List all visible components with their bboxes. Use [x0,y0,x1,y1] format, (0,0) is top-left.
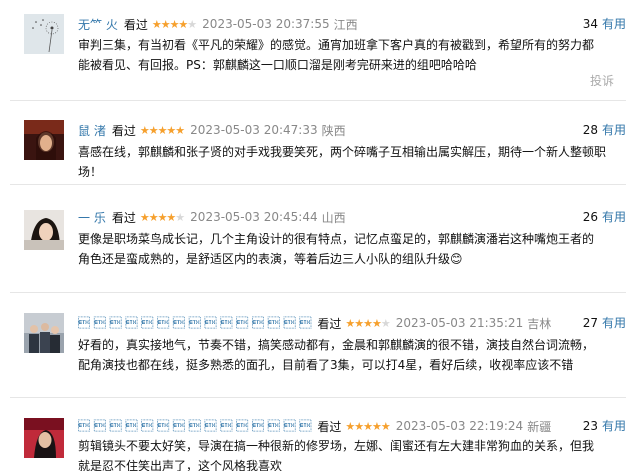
rating-stars: ★★★★★ [151,17,197,31]
comment-time: 2023-05-03 21:35:21 [395,316,524,330]
comment-time: 2023-05-03 22:19:24 [395,419,524,433]
comment-time: 2023-05-03 20:37:55 [202,17,330,31]
comment-text: 审判三集，有当初看《平凡的荣耀》的感觉。通宵加班拿下客户真的有被戳到，希望所有的… [78,38,595,72]
watched-status: 看过 [111,123,136,138]
girl-portrait-avatar[interactable] [24,210,64,250]
useful-button[interactable]: 有用 [602,207,626,227]
rating-stars: ★★★★★ [139,123,185,137]
username-link[interactable]:                [78,316,311,330]
vote-count: 34 [582,17,598,31]
comment-text: 好看的，真实接地气，节奏不错，搞笑感动都有，金晨和郭麒麟演的很不错，演技自然台词… [78,338,595,372]
comment-time: 2023-05-03 20:47:33 [190,123,318,137]
comment-meta:                看过 ★★★★★ 2… [78,313,551,333]
comment-text: 喜感在线，郭麒麟和张子贤的对手戏我要笑死，两个碎嘴子互相输出属实解压，期待一个新… [78,145,607,179]
comment-meta:                看过 ★★★★★ 2… [78,416,551,436]
comment-divider [10,184,626,185]
woman-portrait-avatar[interactable] [24,120,64,160]
comment-time: 2023-05-03 20:45:44 [190,210,318,224]
rating-stars: ★★★★★ [139,210,185,224]
username-link[interactable]: 一 乐 [78,209,106,226]
useful-button[interactable]: 有用 [602,416,626,436]
comment-text: 剪辑镜头不要太好笑，导演在搞一种很新的修罗场，左娜、闺蜜还有左大建非常狗血的关系… [78,439,595,471]
useful-button[interactable]: 有用 [602,313,626,333]
rating-stars: ★★★★★ [345,419,390,433]
comment-meta: 一 乐 看过 ★★★★★ 2023-05-03 20:45:44 山西 [78,207,346,227]
watched-status: 看过 [317,419,342,434]
comment-location: 吉林 [527,316,552,331]
comment-text: 更像是职场菜鸟成长记，几个主角设计的很有特点，记忆点蛮足的，郭麒麟演潘岩这种嘴炮… [78,232,595,266]
comment-meta: 无⺮ 火 看过 ★★★★★ 2023-05-03 20:37:55 江西 [78,14,358,34]
username-link[interactable]: 鼠 渚 [78,122,106,139]
comment-location: 山西 [321,210,346,225]
watched-status: 看过 [317,316,342,331]
vote-count: 27 [582,316,598,330]
comment-divider [10,397,626,398]
dandelion-avatar[interactable] [24,14,64,54]
comment-location: 陕西 [321,123,346,138]
useful-button[interactable]: 有用 [602,14,626,34]
group-photo-avatar[interactable] [24,313,64,353]
vote-count: 28 [582,123,598,137]
comment-divider [10,100,626,101]
comment-divider [10,292,626,293]
vote-count: 23 [582,419,598,433]
comment-meta: 鼠 渚 看过 ★★★★★ 2023-05-03 20:47:33 陕西 [78,120,346,140]
report-link[interactable]: 投诉 [590,72,614,89]
username-link[interactable]: 无⺮ 火 [78,16,118,33]
username-link[interactable]:                [78,419,311,433]
comment-location: 江西 [333,17,358,32]
useful-button[interactable]: 有用 [602,120,626,140]
comment-location: 新疆 [527,419,552,434]
rating-stars: ★★★★★ [345,316,390,330]
watched-status: 看过 [123,17,148,32]
watched-status: 看过 [111,210,136,225]
vote-count: 26 [582,210,598,224]
man-portrait-avatar[interactable] [24,418,64,458]
